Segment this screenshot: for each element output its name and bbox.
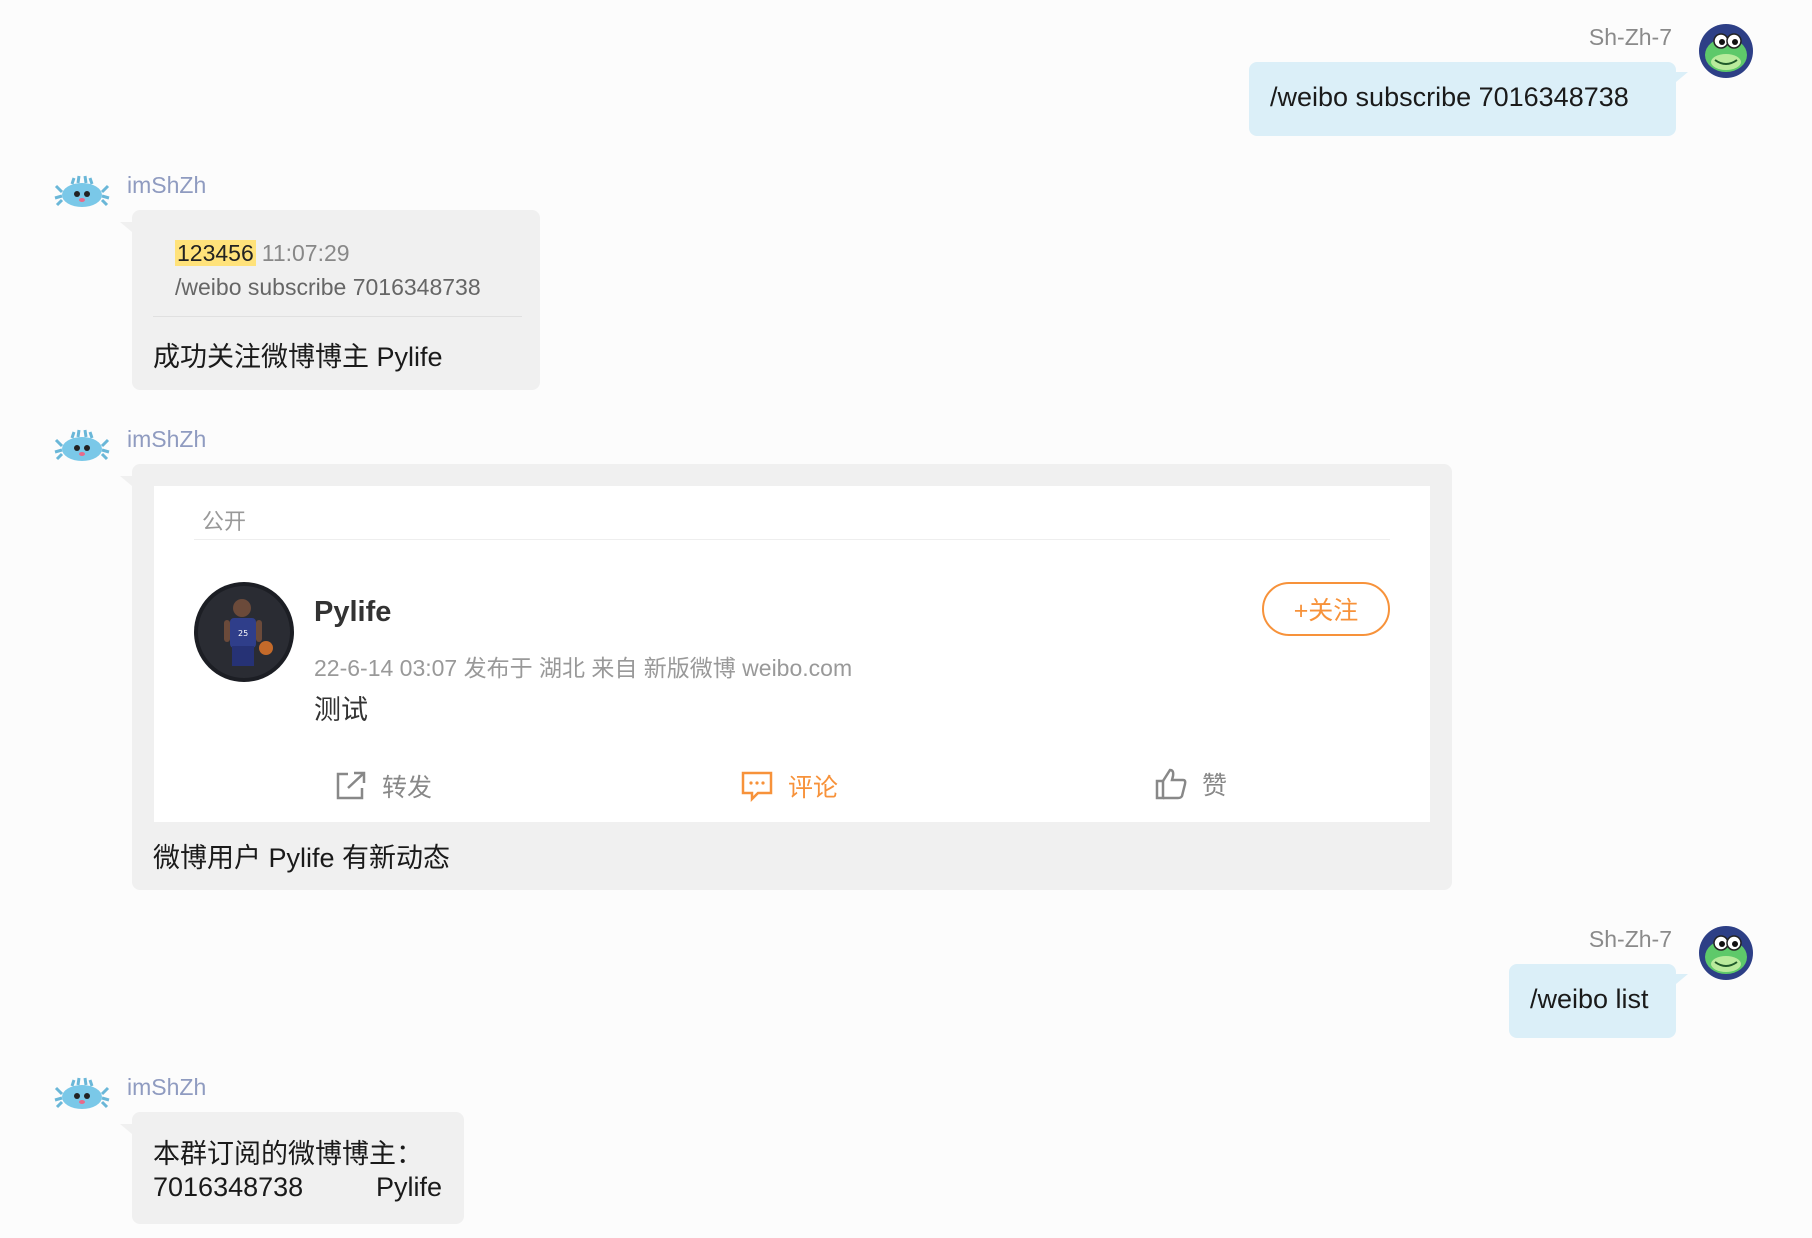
message-text: /weibo list bbox=[1530, 984, 1649, 1014]
comment-label: 评论 bbox=[788, 774, 839, 802]
bubble-tail bbox=[120, 222, 132, 232]
message-bubble-bot[interactable]: 123456 11:07:29 /weibo subscribe 70163487… bbox=[132, 210, 540, 390]
weibo-card[interactable]: 公开 25 Pylife 22-6-14 03:07 发布于 湖北 来自 新版微… bbox=[154, 486, 1430, 822]
sender-name: Sh-Zh-7 bbox=[1588, 24, 1672, 50]
sender-name: Sh-Zh-7 bbox=[1588, 926, 1672, 952]
message-text: 成功关注微博博主 Pylife bbox=[153, 342, 443, 372]
post-meta: 22-6-14 03:07 发布于 湖北 来自 新版微博 weibo.com bbox=[314, 655, 853, 681]
chat-window: Sh-Zh-7 /weibo subscribe 7016348738 imSh… bbox=[0, 0, 1812, 1238]
thumbs-up-icon bbox=[1155, 768, 1187, 800]
green-dinosaur-avatar-icon bbox=[1699, 24, 1753, 78]
post-content: 测试 bbox=[314, 695, 368, 725]
blue-crab-avatar-icon bbox=[54, 429, 110, 461]
message-bubble-bot[interactable]: 本群订阅的微博博主： 7016348738 Pylife bbox=[132, 1112, 464, 1224]
author-name[interactable]: Pylife bbox=[314, 596, 391, 629]
repost-action[interactable]: 转发 bbox=[334, 768, 432, 804]
card-divider bbox=[194, 539, 1390, 540]
sender-name: imShZh bbox=[127, 172, 207, 198]
sender-name: imShZh bbox=[127, 426, 207, 452]
comment-action[interactable]: 评论 bbox=[740, 768, 838, 804]
follow-button[interactable]: +关注 bbox=[1262, 582, 1390, 636]
author-avatar[interactable]: 25 bbox=[194, 582, 294, 689]
bot-avatar[interactable] bbox=[54, 172, 110, 219]
message-bubble-bot[interactable]: 公开 25 Pylife 22-6-14 03:07 发布于 湖北 来自 新版微… bbox=[132, 464, 1452, 890]
quote-divider bbox=[153, 316, 522, 317]
bubble-tail bbox=[1676, 974, 1688, 984]
blue-crab-avatar-icon bbox=[54, 175, 110, 207]
svg-text:25: 25 bbox=[238, 629, 248, 638]
visibility-label: 公开 bbox=[202, 509, 247, 534]
repost-label: 转发 bbox=[382, 774, 433, 802]
user-avatar[interactable] bbox=[1699, 24, 1753, 83]
sender-name: imShZh bbox=[127, 1074, 207, 1100]
green-dinosaur-avatar-icon bbox=[1699, 926, 1753, 980]
message-text: 本群订阅的微博博主： bbox=[153, 1139, 423, 1169]
bubble-tail bbox=[120, 1124, 132, 1134]
quote-message-id: 123456 bbox=[175, 240, 256, 266]
message-text: 微博用户 Pylife 有新动态 bbox=[153, 843, 451, 873]
quoted-reply[interactable]: 123456 11:07:29 bbox=[175, 240, 350, 267]
bot-avatar[interactable] bbox=[54, 426, 110, 473]
subscription-uid: 7016348738 bbox=[153, 1172, 304, 1202]
message-bubble-user[interactable]: /weibo subscribe 7016348738 bbox=[1249, 62, 1676, 136]
like-label: 赞 bbox=[1202, 772, 1228, 800]
message-bubble-user[interactable]: /weibo list bbox=[1509, 964, 1676, 1038]
like-action[interactable]: 赞 bbox=[1154, 766, 1227, 802]
bubble-tail bbox=[120, 476, 132, 486]
user-avatar[interactable] bbox=[1699, 926, 1753, 985]
author-photo-icon: 25 bbox=[194, 582, 294, 682]
message-text: /weibo subscribe 7016348738 bbox=[1270, 82, 1629, 112]
blue-crab-avatar-icon bbox=[54, 1077, 110, 1109]
quote-text: /weibo subscribe 7016348738 bbox=[175, 274, 481, 300]
subscription-name: Pylife bbox=[376, 1172, 443, 1202]
quote-time: 11:07:29 bbox=[261, 240, 350, 266]
share-out-icon bbox=[336, 771, 366, 800]
bubble-tail bbox=[1676, 72, 1688, 82]
comment-bubble-icon bbox=[741, 771, 773, 802]
bot-avatar[interactable] bbox=[54, 1074, 110, 1121]
